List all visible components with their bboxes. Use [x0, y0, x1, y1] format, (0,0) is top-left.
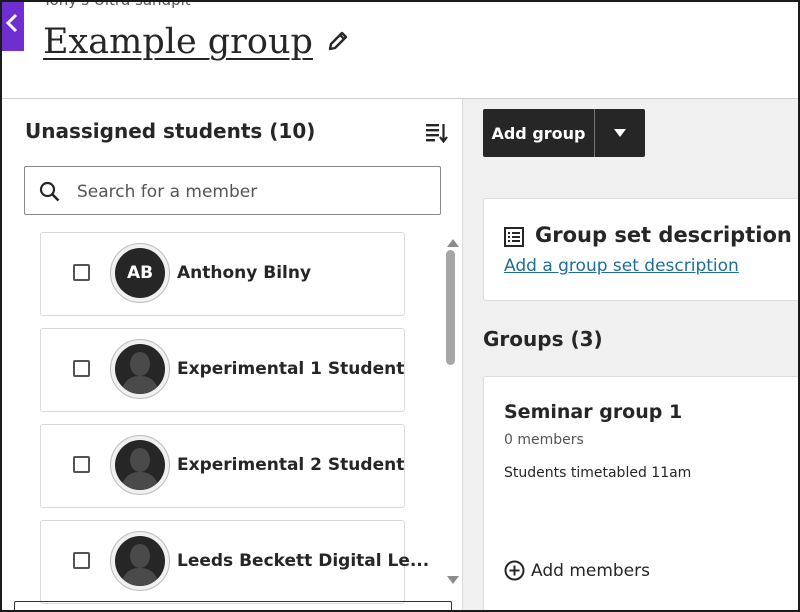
student-name: Experimental 2 Student [177, 455, 405, 475]
sort-icon[interactable] [426, 123, 448, 147]
groups-heading: Groups (3) [483, 327, 603, 351]
student-name: Experimental 1 Student [177, 359, 405, 379]
caret-down-icon [614, 129, 626, 137]
student-name: Leeds Beckett Digital Le... [177, 551, 430, 571]
add-group-dropdown-button[interactable] [594, 109, 645, 157]
groups-panel: Add group Group set description Add a gr… [463, 99, 798, 610]
search-icon [39, 181, 60, 206]
page-title: Example group [43, 22, 313, 62]
silhouette-icon [121, 352, 159, 394]
student-checkbox[interactable] [73, 552, 90, 569]
scrollbar-thumb[interactable] [446, 250, 455, 365]
scroll-down-arrow-icon[interactable] [447, 569, 459, 588]
avatar [110, 531, 170, 591]
student-card[interactable]: Experimental 2 Student [40, 424, 405, 508]
panel-footer-edge [14, 601, 452, 610]
close-panel-tab[interactable] [2, 2, 24, 51]
group-card: Seminar group 1 0 members Students timet… [483, 376, 798, 610]
group-member-count: 0 members [504, 432, 584, 448]
student-card[interactable]: Leeds Beckett Digital Le... [40, 520, 429, 604]
search-input[interactable] [75, 169, 429, 214]
avatar-initials: AB [126, 263, 154, 283]
student-checkbox[interactable] [73, 264, 90, 281]
list-document-icon [504, 227, 524, 251]
course-name: Tony's Ultra sandpit [43, 0, 191, 9]
student-name: Anthony Bilny [177, 263, 312, 283]
scroll-up-arrow-icon[interactable] [447, 232, 459, 251]
add-group-button[interactable]: Add group [483, 109, 594, 157]
student-card[interactable]: Experimental 1 Student [40, 328, 405, 412]
student-checkbox[interactable] [73, 456, 90, 473]
add-description-link[interactable]: Add a group set description [504, 256, 739, 276]
unassigned-heading: Unassigned students (10) [25, 119, 316, 143]
unassigned-panel: Unassigned students (10) AB Anthony Biln… [2, 99, 463, 610]
search-box [24, 166, 441, 215]
group-description: Students timetabled 11am [504, 465, 692, 481]
page-title-row: Example group [43, 22, 349, 62]
group-name: Seminar group 1 [504, 401, 683, 423]
description-title: Group set description [535, 223, 792, 247]
add-members-button[interactable]: Add members [504, 560, 650, 581]
plus-circle-icon [504, 560, 525, 581]
avatar [110, 339, 170, 399]
pencil-icon[interactable] [327, 30, 349, 56]
silhouette-icon [121, 544, 159, 586]
chevron-left-icon [5, 13, 18, 33]
student-card[interactable]: AB Anthony Bilny [40, 232, 405, 316]
avatar: AB [110, 243, 170, 303]
group-set-description-card: Group set description Add a group set de… [483, 198, 798, 301]
student-checkbox[interactable] [73, 360, 90, 377]
avatar [110, 435, 170, 495]
silhouette-icon [121, 448, 159, 490]
add-members-label: Add members [531, 560, 650, 581]
